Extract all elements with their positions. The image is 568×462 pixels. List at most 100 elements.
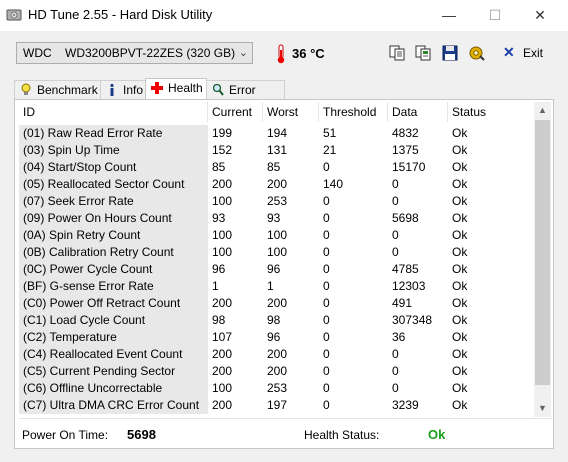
footer-divider [19,418,552,419]
options-icon[interactable] [468,44,486,62]
cell-threshold: 0 [323,398,330,412]
table-row[interactable]: (05) Reallocated Sector Count 200 200 140 0 O… [19,176,534,193]
cell-status: Ok [452,194,468,208]
table-row[interactable]: (09) Power On Hours Count 93 93 0 5698 Ok [19,210,534,227]
cell-status: Ok [452,364,468,378]
drive-vendor: WDC [23,46,52,60]
column-header-threshold[interactable]: Threshold [319,102,388,122]
table-row[interactable]: (0C) Power Cycle Count 96 96 0 4785 Ok [19,261,534,278]
cell-current: 200 [212,296,233,310]
table-row[interactable]: (0A) Spin Retry Count 100 100 0 0 Ok [19,227,534,244]
cell-worst: 93 [267,211,281,225]
cell-id: (C5) Current Pending Sector [19,363,208,380]
cell-data: 0 [392,364,399,378]
cell-id: (C1) Load Cycle Count [19,312,208,329]
table-row[interactable]: (C0) Power Off Retract Count 200 200 0 491 Ok [19,295,534,312]
cell-id: (C2) Temperature [19,329,208,346]
table-row[interactable]: (BF) G-sense Error Rate 1 1 0 12303 Ok [19,278,534,295]
table-header: ID Current Worst Threshold Data Status [19,102,534,122]
column-header-id[interactable]: ID [19,102,208,122]
benchmark-icon [21,83,31,95]
cell-data: 0 [392,381,399,395]
cell-worst: 194 [267,126,288,140]
table-row[interactable]: (C4) Reallocated Event Count 200 200 0 0 Ok [19,346,534,363]
cell-current: 199 [212,126,233,140]
column-header-current[interactable]: Current [208,102,263,122]
cell-current: 100 [212,194,233,208]
cell-status: Ok [452,347,468,361]
cell-current: 100 [212,245,233,259]
drive-select[interactable]: WDC WD3200BPVT-22ZES (320 GB) ⌄ [16,42,253,64]
close-button[interactable]: ✕ [517,0,563,31]
table-row[interactable]: (0B) Calibration Retry Count 100 100 0 0 Ok [19,244,534,261]
cell-data: 3239 [392,398,419,412]
cell-worst: 98 [267,313,281,327]
minimize-button[interactable]: — [426,0,472,31]
cell-current: 200 [212,364,233,378]
cell-id: (C7) Ultra DMA CRC Error Count [19,397,208,414]
tab-benchmark[interactable]: Benchmark [14,80,101,99]
cell-current: 98 [212,313,226,327]
cell-worst: 1 [267,279,274,293]
cell-current: 1 [212,279,219,293]
cell-threshold: 0 [323,296,330,310]
tab-error-scan[interactable]: Error Scan [206,80,285,115]
cell-data: 0 [392,245,399,259]
tab-info[interactable]: Info [100,80,146,99]
cell-worst: 85 [267,160,281,174]
cell-threshold: 0 [323,262,330,276]
table-row[interactable]: (01) Raw Read Error Rate 199 194 51 4832 Ok [19,125,534,142]
column-header-data[interactable]: Data [388,102,448,122]
table-row[interactable]: (C6) Offline Uncorrectable 100 253 0 0 Ok [19,380,534,397]
cell-status: Ok [452,160,468,174]
save-icon[interactable] [441,44,459,62]
tab-health-label: Health [168,81,203,95]
table-row[interactable]: (C5) Current Pending Sector 200 200 0 0 Ok [19,363,534,380]
cell-id: (05) Reallocated Sector Count [19,176,208,193]
title-bar: HD Tune 2.55 - Hard Disk Utility — ☐ ✕ [0,0,568,31]
info-icon [110,83,114,96]
table-row[interactable]: (04) Start/Stop Count 85 85 0 15170 Ok [19,159,534,176]
cell-status: Ok [452,330,468,344]
cell-current: 96 [212,262,226,276]
cell-data: 491 [392,296,413,310]
cell-current: 85 [212,160,226,174]
scroll-down-icon[interactable]: ▼ [534,400,551,417]
cell-threshold: 0 [323,211,330,225]
scroll-up-icon[interactable]: ▲ [534,102,551,119]
cell-id: (04) Start/Stop Count [19,159,208,176]
copy-all-icon[interactable] [414,44,432,62]
hard-disk-icon [6,9,22,21]
cell-current: 200 [212,398,233,412]
cell-data: 307348 [392,313,433,327]
copy-icon[interactable] [388,44,406,62]
table-row[interactable]: (C2) Temperature 107 96 0 36 Ok [19,329,534,346]
cell-id: (0C) Power Cycle Count [19,261,208,278]
column-header-status[interactable]: Status [448,102,534,122]
table-row[interactable]: (03) Spin Up Time 152 131 21 1375 Ok [19,142,534,159]
maximize-button[interactable]: ☐ [472,0,518,31]
chevron-down-icon: ⌄ [238,47,248,59]
cell-threshold: 21 [323,143,337,157]
magnifier-icon [212,83,224,96]
cell-worst: 197 [267,398,288,412]
cell-id: (BF) G-sense Error Rate [19,278,208,295]
cell-current: 100 [212,228,233,242]
table-row[interactable]: (C7) Ultra DMA CRC Error Count 200 197 0 323… [19,397,534,414]
temperature-readout: 36 °C [292,46,325,61]
cell-status: Ok [452,245,468,259]
cell-data: 5698 [392,211,419,225]
cell-worst: 200 [267,177,288,191]
cell-status: Ok [452,262,468,276]
cell-threshold: 0 [323,381,330,395]
cell-data: 4832 [392,126,419,140]
cell-id: (07) Seek Error Rate [19,193,208,210]
column-header-worst[interactable]: Worst [263,102,319,122]
scroll-thumb[interactable] [535,120,550,385]
tab-health[interactable]: Health [145,78,207,100]
cell-id: (C0) Power Off Retract Count [19,295,208,312]
cell-worst: 200 [267,347,288,361]
table-row[interactable]: (07) Seek Error Rate 100 253 0 0 Ok [19,193,534,210]
vertical-scrollbar[interactable]: ▲ ▼ [534,102,551,417]
table-row[interactable]: (C1) Load Cycle Count 98 98 0 307348 Ok [19,312,534,329]
